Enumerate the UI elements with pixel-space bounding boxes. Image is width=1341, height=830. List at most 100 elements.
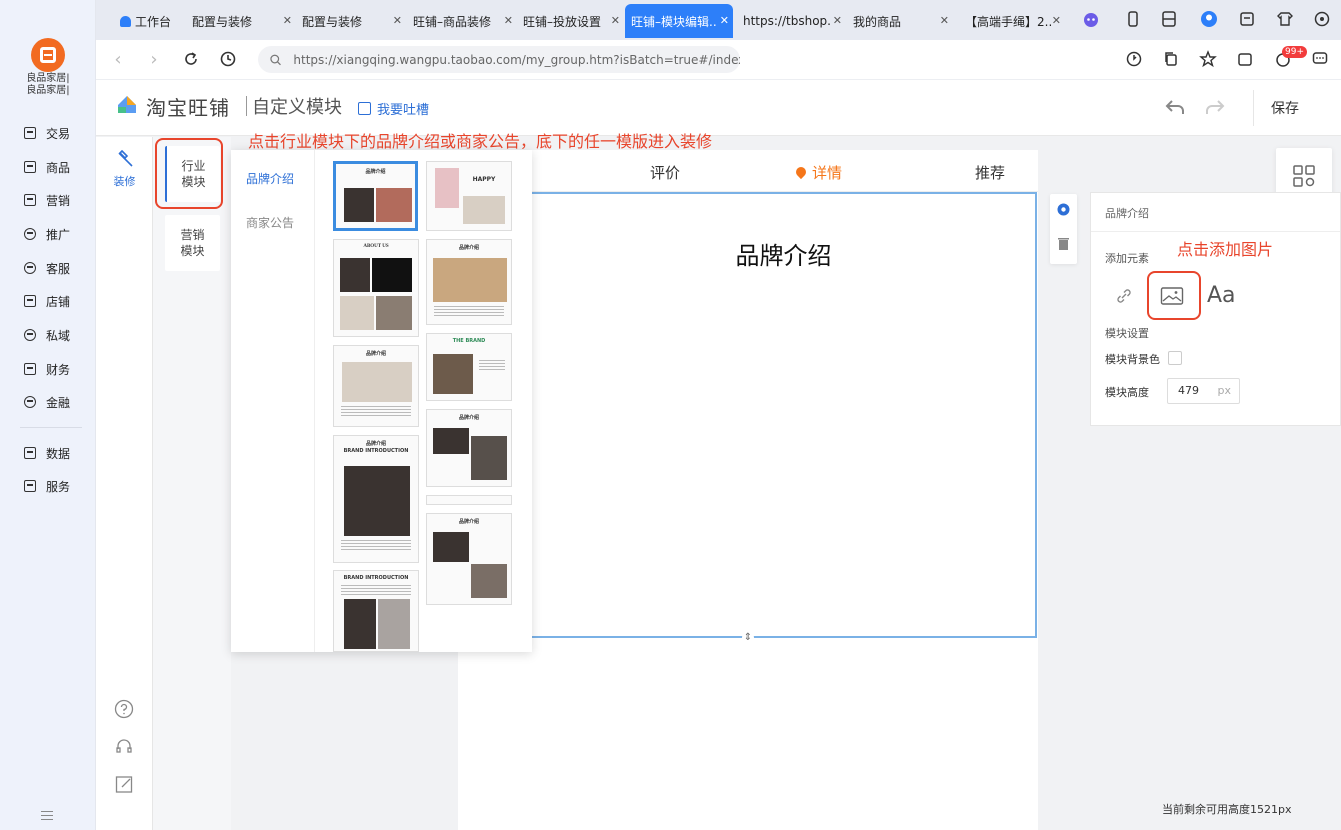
subtab-merchant-notice[interactable]: 商家公告 [246,214,294,231]
bg-color-checkbox[interactable] [1168,351,1182,365]
template-thumb[interactable]: THE BRAND [426,333,512,401]
sidebar-item-shop[interactable]: 店铺 [0,287,96,315]
feedback-link[interactable]: 我要吐槽 [358,99,429,118]
sidebar-item-marketing[interactable]: 营销 [0,186,96,214]
thumb-photo [342,362,412,402]
template-thumb[interactable]: 品牌介绍 [333,345,419,427]
url-input[interactable]: https://xiangqing.wangpu.taobao.com/my_g… [258,46,740,73]
close-icon[interactable]: ✕ [1052,14,1061,27]
redo-icon[interactable] [1204,98,1226,116]
location-pin-icon [793,164,809,180]
tab-workbench[interactable]: 工作台 [114,4,186,38]
tab-delivery-settings[interactable]: 旺铺–投放设置 ✕ [517,4,624,38]
tab-tbshop[interactable]: https://tbshop....✕ [737,4,846,38]
shop-logo-icon[interactable] [31,38,65,72]
template-thumb[interactable]: 品牌介绍 [426,409,512,487]
edit-note-icon[interactable] [1238,10,1256,28]
category-marketing-module[interactable]: 营销 模块 [165,215,220,271]
canvas-tab-reviews[interactable]: 评价 [650,162,680,183]
module-height-input[interactable]: 479 px [1167,378,1240,404]
sidebar-item-service[interactable]: 客服 [0,254,96,282]
tab-config-1[interactable]: 配置与装修 ✕ [186,4,296,38]
menu-icon[interactable] [41,811,53,820]
tab-module-editor[interactable]: 旺铺–模块编辑... ✕ [625,4,733,38]
delete-icon[interactable] [1056,236,1071,251]
thumb-photo [344,466,410,536]
close-icon[interactable]: ✕ [940,14,949,27]
bg-color-label: 模块背景色 [1105,353,1160,366]
chart-icon [24,447,36,459]
template-thumb[interactable]: 品牌介绍 BRAND INTRODUCTION [333,435,419,563]
assistant-icon[interactable] [1082,10,1100,28]
settings-icon[interactable] [1313,10,1331,28]
copy-icon[interactable] [1162,50,1180,68]
mobile-icon[interactable] [1124,10,1142,28]
thumb-photo [378,599,410,649]
template-thumb[interactable]: 品牌介绍 [426,239,512,325]
thumb-photo [433,258,507,302]
sidebar-item-private-domain[interactable]: 私域 [0,321,96,349]
template-thumb[interactable] [426,495,512,505]
user-avatar-icon[interactable] [1200,10,1218,28]
close-icon[interactable]: ✕ [720,14,729,27]
folder-icon[interactable] [1236,50,1254,68]
close-icon[interactable]: ✕ [393,14,402,27]
thumb-photo [471,436,507,480]
edit-feedback-icon[interactable] [114,774,134,794]
reload-icon[interactable] [182,50,200,68]
template-thumb[interactable]: 品牌介绍 [333,161,418,231]
thumb-photo [340,296,374,330]
template-thumb[interactable]: BRAND INTRODUCTION [333,570,419,652]
refresh-circle-icon[interactable] [1125,50,1143,68]
close-icon[interactable]: ✕ [611,14,620,27]
save-button[interactable]: 保存 [1271,98,1299,118]
brand-intro-module[interactable]: 品牌介绍 [530,192,1037,638]
browser-tabbar: 工作台 配置与装修 ✕ 配置与装修 ✕ 旺铺–商品装修 ✕ 旺铺–投放设置 ✕ 旺铺–模… [96,0,1341,40]
back-icon[interactable]: ‹ [108,50,128,70]
sidebar-item-goods[interactable]: 商品 [0,153,96,181]
tab-bracelet[interactable]: 【高端手绳】2... ✕ [959,4,1065,38]
template-thumb[interactable]: ABOUT US [333,239,419,337]
template-thumb[interactable]: 品牌介绍 [426,513,512,605]
add-text-button[interactable]: Aa [1207,283,1236,308]
thumb-photo [463,196,505,224]
sidebar-item-banking[interactable]: 金融 [0,388,96,416]
help-icon[interactable] [114,699,134,719]
props-divider [1091,231,1340,232]
canvas-tab-details[interactable]: 详情 [793,162,842,183]
module-title: 品牌介绍 [735,242,832,270]
close-icon[interactable]: ✕ [504,14,513,27]
tab-goods-decoration[interactable]: 旺铺–商品装修 ✕ [407,4,517,38]
module-settings-icon[interactable] [1056,202,1071,217]
star-icon[interactable] [1199,50,1217,68]
sidebar-item-data[interactable]: 数据 [0,439,96,467]
shop-icon [24,295,36,307]
thumb-photo [376,188,412,222]
tab-config-2[interactable]: 配置与装修 ✕ [296,4,406,38]
shirt-icon[interactable] [1276,10,1294,28]
sidebar-item-promotion[interactable]: 推广 [0,220,96,248]
close-icon[interactable]: ✕ [833,14,842,27]
canvas-tab-recommend[interactable]: 推荐 [975,162,1005,183]
forward-icon[interactable]: › [144,50,164,70]
sidebar-item-trade[interactable]: 交易 [0,119,96,147]
page-title: 自定义模块 [252,97,342,118]
annotation-instruction: 点击行业模块下的品牌介绍或商家公告，底下的任一模版进入装修 [248,132,713,151]
chat-icon[interactable] [1311,50,1329,68]
close-icon[interactable]: ✕ [283,14,292,27]
link-icon[interactable] [1115,287,1133,305]
resize-handle-icon[interactable]: ⇕ [742,631,754,645]
undo-icon[interactable] [1164,98,1186,116]
module-height-label: 模块高度 [1105,386,1149,399]
thumb-text-lines [340,406,412,416]
subtab-brand-intro[interactable]: 品牌介绍 [246,170,294,187]
sidebar-item-finance[interactable]: 财务 [0,355,96,383]
sidebar-item-services[interactable]: 服务 [0,472,96,500]
thumb-photo [340,258,370,292]
template-thumb[interactable]: HAPPY [426,161,512,231]
history-icon[interactable] [219,50,237,68]
decorate-tool[interactable]: 装修 [96,149,153,189]
customer-service-icon[interactable] [114,737,134,757]
tablet-icon[interactable] [1160,10,1178,28]
tab-my-goods[interactable]: 我的商品 ✕ [847,4,953,38]
